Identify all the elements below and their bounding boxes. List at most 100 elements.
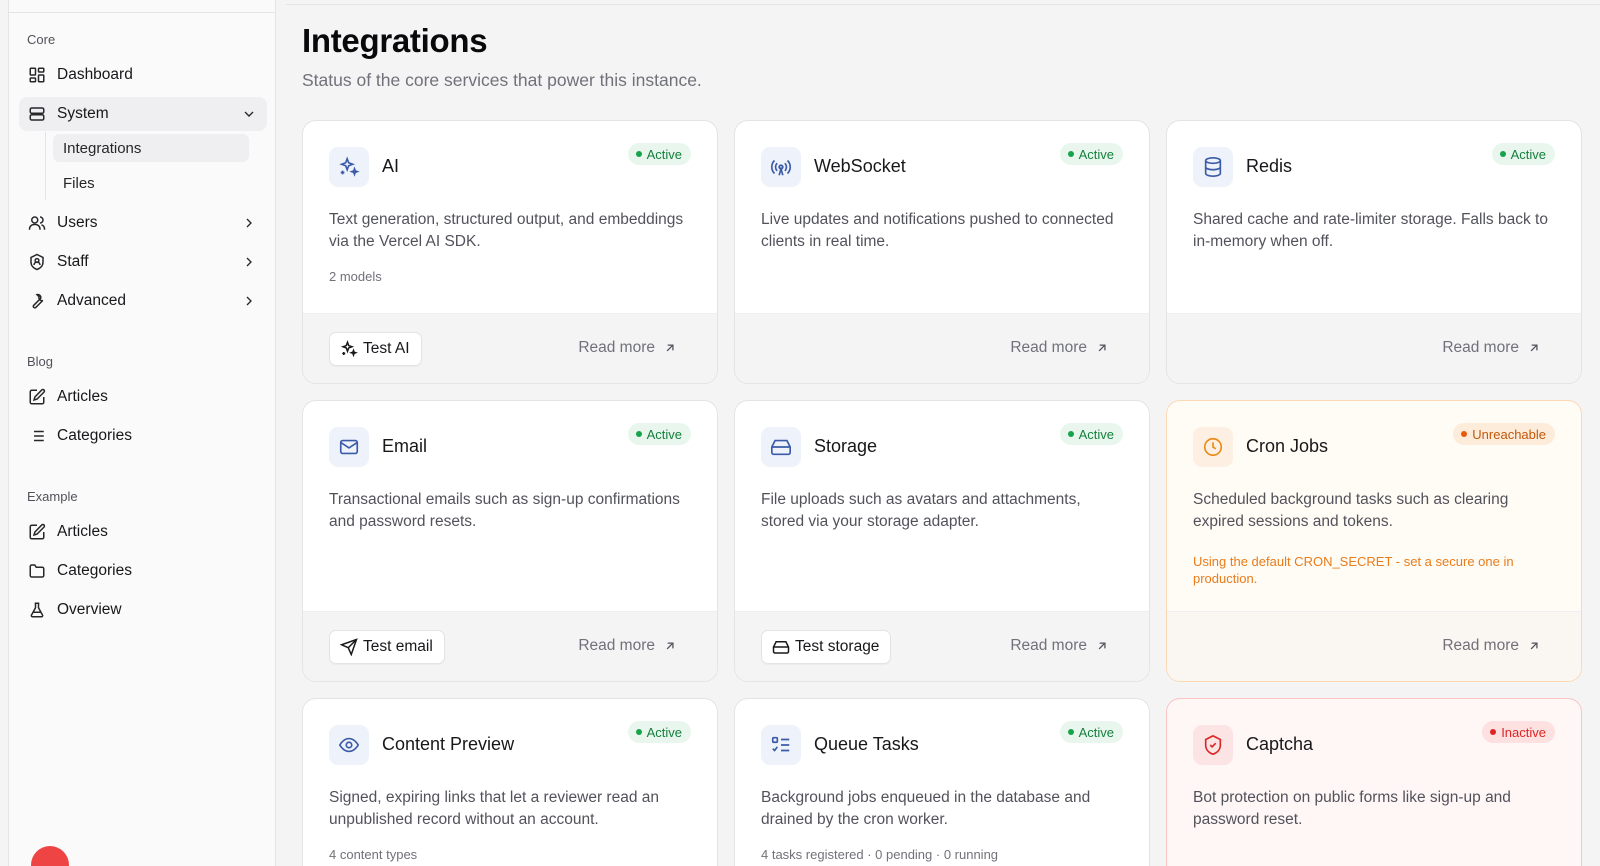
shield-user-icon — [27, 252, 47, 272]
test-storage-button[interactable]: Test storage — [761, 630, 892, 664]
sidebar-item-example-categories[interactable]: Categories — [19, 554, 267, 588]
card-title: Email — [382, 436, 428, 456]
list-icon — [27, 426, 47, 446]
test-ai-button[interactable]: Test AI — [329, 332, 422, 366]
sidebar-item-label: Categories — [57, 562, 132, 579]
card-description: Text generation, structured output, and … — [329, 211, 684, 250]
card-footer: Read more — [735, 313, 1149, 383]
hard-drive-icon — [772, 638, 790, 656]
card-title: Storage — [814, 436, 878, 456]
sidebar-item-integrations[interactable]: Integrations — [53, 134, 249, 162]
card-warning: Using the default CRON_SECRET - set a se… — [1193, 554, 1514, 586]
status-badge: Active — [627, 423, 691, 445]
chevron-right-icon — [241, 215, 257, 231]
page-subtitle: Status of the core services that power t… — [302, 70, 702, 90]
hard-drive-icon — [761, 427, 801, 467]
card-description: Transactional emails such as sign-up con… — [329, 491, 680, 530]
card-title: WebSocket — [814, 156, 906, 176]
flask-icon — [27, 600, 47, 620]
read-more-link[interactable]: Read more — [1010, 339, 1109, 357]
card-title: Content Preview — [382, 734, 515, 754]
sidebar-item-label: Advanced — [57, 292, 126, 309]
floating-action-indicator[interactable] — [31, 846, 69, 866]
folder-icon — [27, 561, 47, 581]
status-badge: Active — [627, 143, 691, 165]
sidebar-item-users[interactable]: Users — [19, 206, 267, 240]
arrow-up-right-icon — [663, 341, 677, 355]
read-more-link[interactable]: Read more — [578, 339, 677, 357]
sidebar-item-blog-categories[interactable]: Categories — [19, 419, 267, 453]
integration-card-content-preview: Content Preview Active Signed, expiring … — [302, 698, 718, 866]
sidebar-item-dashboard[interactable]: Dashboard — [19, 58, 267, 92]
card-footer: Read more — [1167, 611, 1581, 681]
sidebar: Core Dashboard System Integrations Files… — [8, 0, 276, 866]
sidebar-item-staff[interactable]: Staff — [19, 245, 267, 279]
edit-document-icon — [27, 387, 47, 407]
sidebar-group-example: Example — [27, 489, 78, 504]
mail-icon — [329, 427, 369, 467]
sidebar-item-advanced[interactable]: Advanced — [19, 284, 267, 318]
card-description: Scheduled background tasks such as clear… — [1193, 491, 1509, 530]
status-badge: Active — [1059, 721, 1123, 743]
sidebar-item-label: System — [57, 105, 109, 122]
sidebar-item-label: Dashboard — [57, 66, 133, 83]
card-footer: Test email Read more — [303, 611, 717, 681]
card-description: Live updates and notifications pushed to… — [761, 211, 1114, 250]
chevron-right-icon — [241, 254, 257, 270]
users-icon — [27, 213, 47, 233]
sidebar-item-system[interactable]: System — [19, 97, 267, 131]
sidebar-item-files[interactable]: Files — [53, 169, 249, 197]
page-title: Integrations — [302, 22, 488, 59]
card-footer: Read more — [1167, 313, 1581, 383]
card-meta: 4 content types — [329, 847, 418, 862]
read-more-link[interactable]: Read more — [1442, 637, 1541, 655]
arrow-up-right-icon — [1095, 639, 1109, 653]
integration-card-email: Email Active Transactional emails such a… — [302, 400, 718, 682]
sidebar-item-label: Overview — [57, 601, 122, 618]
chevron-down-icon — [241, 106, 257, 122]
database-icon — [1193, 147, 1233, 187]
sidebar-item-overview[interactable]: Overview — [19, 593, 267, 627]
sidebar-item-example-articles[interactable]: Articles — [19, 515, 267, 549]
test-email-button[interactable]: Test email — [329, 630, 445, 664]
main-divider — [286, 4, 1600, 5]
arrow-up-right-icon — [1527, 639, 1541, 653]
sparkles-icon — [340, 340, 358, 358]
card-description: Background jobs enqueued in the database… — [761, 789, 1091, 828]
eye-icon — [329, 725, 369, 765]
arrow-up-right-icon — [1095, 341, 1109, 355]
sidebar-item-blog-articles[interactable]: Articles — [19, 380, 267, 414]
card-title: Cron Jobs — [1246, 436, 1329, 456]
card-footer: Test AI Read more — [303, 313, 717, 383]
read-more-link[interactable]: Read more — [1442, 339, 1541, 357]
card-title: Redis — [1246, 156, 1293, 176]
integration-card-ai: AI Active Text generation, structured ou… — [302, 120, 718, 384]
status-badge: Active — [627, 721, 691, 743]
card-description: File uploads such as avatars and attachm… — [761, 491, 1081, 530]
submenu-guide-line — [45, 132, 46, 200]
integration-card-storage: Storage Active File uploads such as avat… — [734, 400, 1150, 682]
card-description: Signed, expiring links that let a review… — [329, 789, 659, 828]
edit-document-icon — [27, 522, 47, 542]
integration-card-captcha: Captcha Inactive Bot protection on publi… — [1166, 698, 1582, 866]
read-more-link[interactable]: Read more — [1010, 637, 1109, 655]
read-more-link[interactable]: Read more — [578, 637, 677, 655]
list-checks-icon — [761, 725, 801, 765]
status-badge: Active — [1059, 423, 1123, 445]
sidebar-item-label: Users — [57, 214, 98, 231]
card-footer: Test storage Read more — [735, 611, 1149, 681]
integration-card-websocket: WebSocket Active Live updates and notifi… — [734, 120, 1150, 384]
shield-check-icon — [1193, 725, 1233, 765]
sidebar-item-label: Categories — [57, 427, 132, 444]
card-title: Queue Tasks — [814, 734, 919, 754]
sidebar-item-label: Articles — [57, 388, 108, 405]
integration-card-redis: Redis Active Shared cache and rate-limit… — [1166, 120, 1582, 384]
wrench-icon — [27, 291, 47, 311]
sidebar-item-label: Staff — [57, 253, 89, 270]
card-description: Bot protection on public forms like sign… — [1193, 789, 1511, 828]
integration-card-queue-tasks: Queue Tasks Active Background jobs enque… — [734, 698, 1150, 866]
send-icon — [340, 638, 358, 656]
status-badge: Active — [1491, 143, 1555, 165]
dashboard-icon — [27, 65, 47, 85]
card-meta: 4 tasks registered · 0 pending · 0 runni… — [761, 847, 999, 862]
